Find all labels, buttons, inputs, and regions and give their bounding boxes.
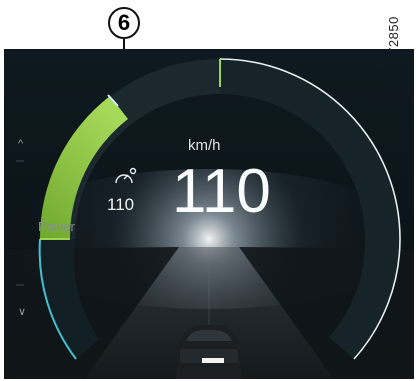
speed-limiter-value: 110	[107, 195, 135, 214]
speed-unit-label: km/h	[188, 137, 221, 154]
chevron-down-icon[interactable]: ∨	[18, 305, 26, 318]
chevron-up-icon[interactable]: ^	[18, 138, 23, 150]
power-gauge-label: Power	[38, 219, 75, 234]
instrument-cluster-display: km/h 110 110 Power ^ ∨	[4, 49, 414, 379]
current-speed: 110	[172, 157, 271, 226]
callout-number: 6	[108, 7, 140, 39]
